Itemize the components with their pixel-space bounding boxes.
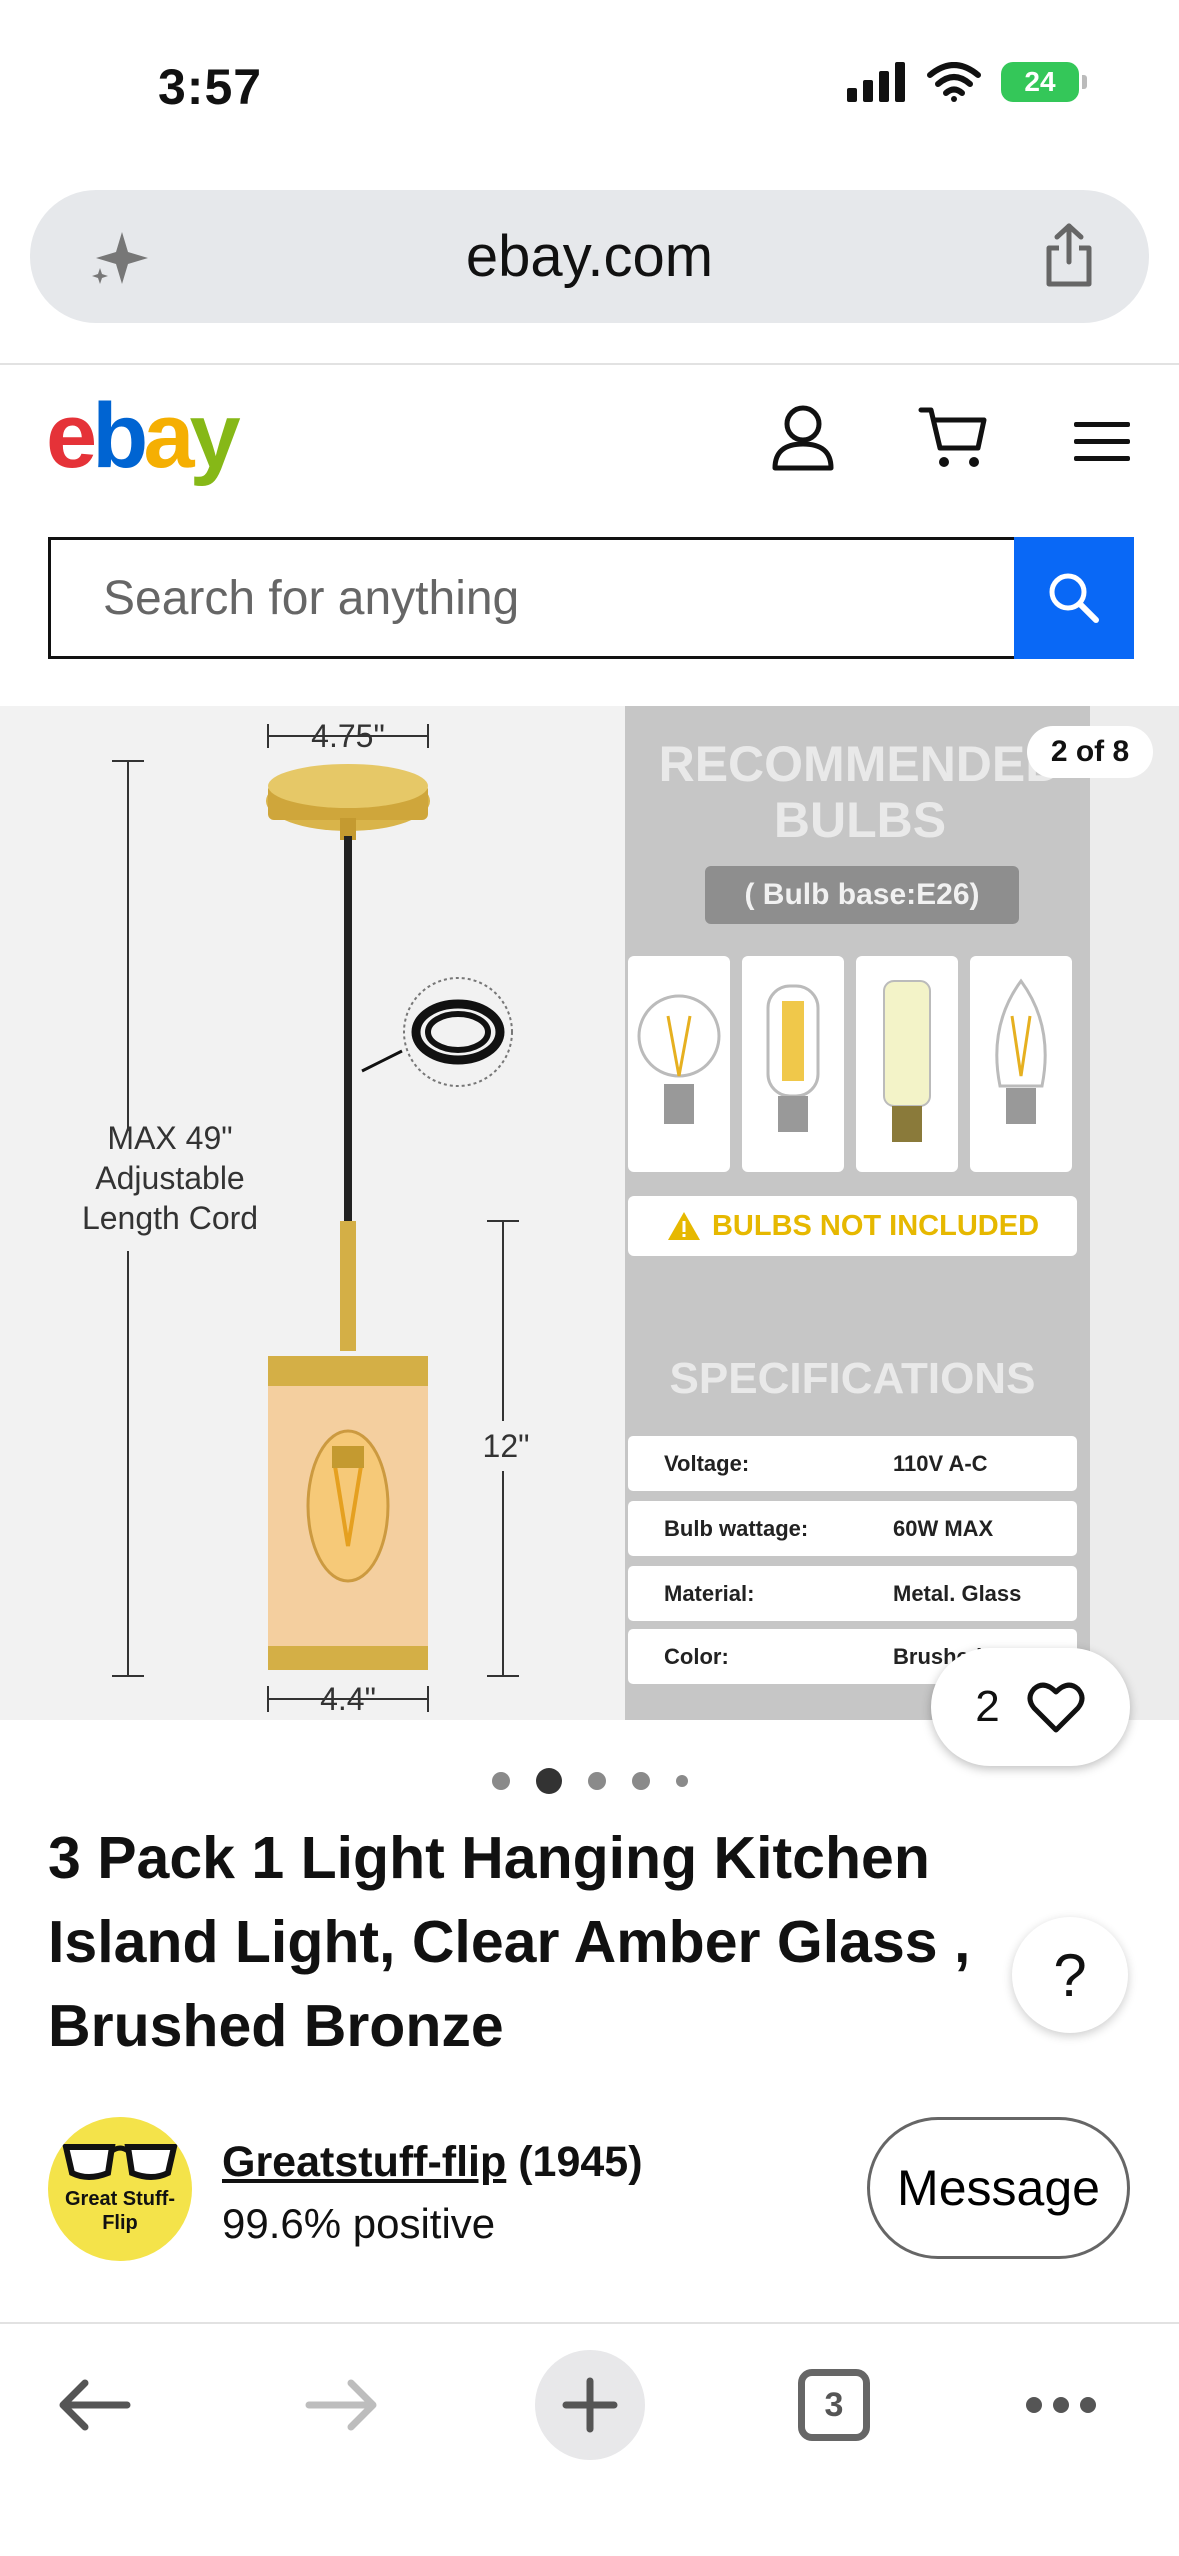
url-bar[interactable]: ebay.com [30, 190, 1149, 323]
search-bar [48, 537, 1134, 659]
help-icon: ? [1053, 1941, 1087, 2009]
menu-icon[interactable] [1074, 422, 1130, 462]
seller-avatar[interactable]: Great Stuff- Flip [48, 2117, 192, 2261]
tabs-count-icon: 3 [798, 2369, 870, 2441]
logo-letter-y: y [189, 385, 241, 487]
browser-toolbar: 3 [0, 2322, 1179, 2556]
dimension-bottom-label: 4.4" [320, 1681, 376, 1717]
product-image-gallery[interactable]: 4.75" MAX 49" Adjustable Length Cord 12"… [0, 706, 1179, 1720]
spec-row: Bulb wattage: 60W MAX [628, 1501, 1077, 1556]
spec-row: Voltage: 110V A-C [628, 1436, 1077, 1491]
spec-key: Voltage: [664, 1451, 750, 1476]
back-arrow-icon [59, 2379, 131, 2431]
avatar-brand-text: Great Stuff- Flip [65, 2188, 175, 2234]
cart-icon[interactable] [918, 402, 988, 472]
bulb-image [856, 956, 958, 1172]
product-specs-image: RECOMMENDED BULBS ( Bulb base:E26) BULBS… [625, 706, 1090, 1720]
dimension-height-label: 12" [482, 1428, 530, 1464]
forward-arrow-icon [305, 2379, 377, 2431]
seller-feedback-percent: 99.6% positive [222, 2200, 496, 2247]
status-icons: 24 [847, 62, 1087, 102]
recommended-bulbs-title: RECOMMENDED BULBS [658, 736, 1062, 848]
help-button[interactable]: ? [1012, 1917, 1128, 2033]
logo-letter-e: e [46, 385, 97, 487]
next-image-preview[interactable] [1090, 706, 1179, 1720]
bulb-image [628, 956, 730, 1172]
status-bar: 3:57 24 [0, 0, 1179, 170]
seller-name-link[interactable]: Greatstuff-flip [222, 2138, 506, 2186]
warning-text: BULBS NOT INCLUDED [711, 1209, 1040, 1242]
wifi-icon [927, 62, 981, 102]
bulb-base-label: ( Bulb base:E26) [705, 866, 1019, 924]
watch-count: 2 [975, 1682, 1000, 1731]
dimension-cord-label: MAX 49" Adjustable Length Cord [81, 1120, 259, 1236]
watch-button[interactable]: 2 [931, 1648, 1130, 1766]
spec-key: Bulb wattage: [664, 1516, 809, 1541]
carousel-dot[interactable] [675, 1775, 688, 1787]
logo-letter-a: a [143, 385, 194, 487]
search-icon [1049, 573, 1099, 623]
message-button[interactable]: Message [867, 2117, 1130, 2259]
more-button[interactable] [1024, 2350, 1098, 2460]
ebay-logo[interactable]: ebay [46, 385, 241, 487]
search-input[interactable] [48, 537, 1014, 659]
share-icon[interactable] [1041, 222, 1097, 288]
image-counter: 2 of 8 [1027, 726, 1153, 778]
battery-icon: 24 [1001, 62, 1087, 102]
carousel-dot[interactable] [587, 1772, 606, 1790]
carousel-dot[interactable] [491, 1772, 510, 1790]
dimension-top-label: 4.75" [311, 718, 385, 754]
spec-row: Material: Metal. Glass [628, 1566, 1077, 1621]
sparkle-icon[interactable] [90, 228, 150, 288]
warning-icon [667, 1212, 700, 1240]
seller-name-line: Greatstuff-flip (1945) [222, 2138, 643, 2187]
spec-key: Color: [664, 1644, 729, 1669]
carousel-dots[interactable] [0, 1766, 1179, 1796]
spec-value: Metal. Glass [893, 1581, 1022, 1606]
product-dimension-image: 4.75" MAX 49" Adjustable Length Cord 12"… [0, 706, 625, 1720]
divider [0, 363, 1179, 365]
logo-letter-b: b [92, 385, 148, 487]
new-tab-button[interactable] [535, 2350, 645, 2460]
spec-value: 60W MAX [893, 1516, 994, 1541]
carousel-dot[interactable] [631, 1772, 650, 1790]
listing-title: 3 Pack 1 Light Hanging Kitchen Island Li… [48, 1825, 971, 2059]
forward-button[interactable] [302, 2350, 382, 2460]
carousel-dot-active[interactable] [535, 1768, 562, 1794]
plus-icon [562, 2377, 618, 2433]
specifications-title: SPECIFICATIONS [669, 1354, 1036, 1403]
search-button[interactable] [1014, 537, 1134, 659]
bulb-image [970, 956, 1072, 1172]
signal-icon [847, 62, 905, 102]
tabs-button[interactable]: 3 [798, 2350, 870, 2460]
spec-value: 110V A-C [893, 1451, 988, 1476]
more-icon [1026, 2397, 1096, 2413]
glasses-icon [62, 2144, 178, 2180]
back-button[interactable] [54, 2350, 134, 2460]
bulb-image [742, 956, 844, 1172]
account-icon[interactable] [770, 402, 836, 472]
battery-level: 24 [1024, 66, 1056, 97]
status-time: 3:57 [158, 59, 263, 115]
seller-feedback-count: (1945) [518, 2138, 643, 2186]
url-text[interactable]: ebay.com [466, 223, 713, 290]
bulbs-warning: BULBS NOT INCLUDED [628, 1196, 1077, 1256]
spec-key: Material: [664, 1581, 755, 1606]
heart-icon [1027, 1682, 1085, 1733]
